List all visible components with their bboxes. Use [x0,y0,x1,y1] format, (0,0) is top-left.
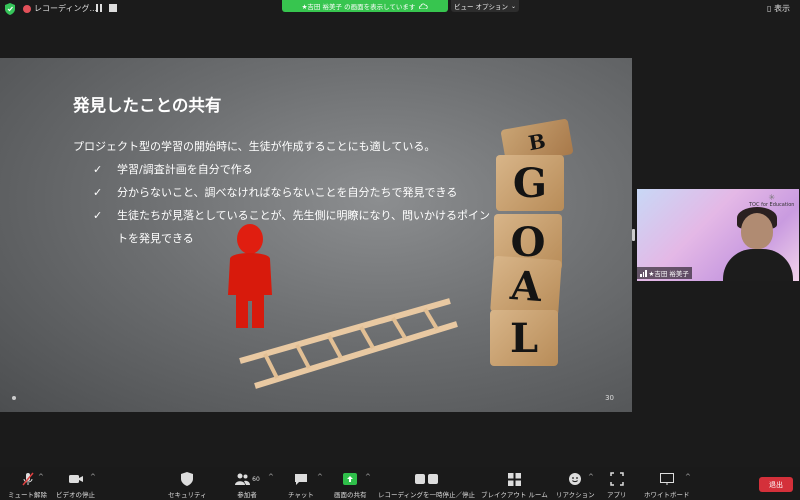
video-camera-icon [68,472,84,486]
video-options-chevron-icon[interactable]: ^ [90,473,96,481]
recording-indicator[interactable]: レコーディング... [23,3,97,14]
participant-name-tag: ★吉田 裕美子 [637,267,692,279]
participants-button[interactable]: 60 参加者 [232,472,262,499]
apps-icon [609,472,625,486]
cloud-icon [419,3,428,9]
slide-title: 発見したことの共有 [73,96,222,115]
participant-body [723,249,793,281]
view-options-label: ビュー オプション [453,3,509,11]
sharing-text: ★吉田 裕美子 の画面を表示しています [301,3,416,11]
bullet-item: ✓ 学習/調査計画を自分で作る [73,158,497,181]
shared-slide: B G O A L 発見したことの共有 プロジェクト型の学習の開始時に、生徒が作… [0,58,632,412]
unmute-label: ミュート解除 [8,491,47,499]
bullet-item: ✓ 分からないこと、調べなければならないことを自分たちで発見できる [73,181,497,204]
share-screen-label: 画面の共有 [334,491,367,499]
display-button[interactable]: ▯ 表示 [767,3,790,14]
shield-icon [179,472,195,486]
whiteboard-button[interactable]: ホワイトボード [644,472,690,499]
record-control-button[interactable]: レコーディングを一時停止／停止 [378,472,475,499]
recording-label: レコーディング... [34,4,98,13]
meeting-toolbar: ミュート解除 ^ ビデオの停止 ^ セキュリティ 60 参加者 ^ チャット ^… [0,467,800,500]
check-icon: ✓ [93,186,103,199]
bullet-text: 学習/調査計画を自分で作る [117,163,253,176]
pause-icon [96,4,104,12]
top-bar: レコーディング... ★吉田 裕美子 の画面を表示しています ビュー オプション… [0,0,800,18]
goal-block-g: G [496,155,564,211]
share-screen-icon [342,472,358,486]
chat-icon [293,472,309,486]
reactions-options-chevron-icon[interactable]: ^ [588,473,594,481]
chat-options-chevron-icon[interactable]: ^ [317,473,323,481]
mic-muted-icon [20,472,36,486]
share-screen-button[interactable]: 画面の共有 [334,472,367,499]
whiteboard-options-chevron-icon[interactable]: ^ [685,473,691,481]
goal-block-a: A [490,255,562,317]
reactions-label: リアクション [556,491,595,499]
bullet-item: ✓ 生徒たちが見落としていることが、先生側に明瞭になり、問いかけるポイントを発見… [73,204,497,250]
breakout-rooms-label: ブレイクアウト ルーム [481,491,548,499]
smiley-icon [567,472,583,486]
signal-icon [640,269,647,277]
whiteboard-label: ホワイトボード [644,491,690,499]
slide-intro: プロジェクト型の学習の開始時に、生徒が作成することにも適している。 [73,140,436,153]
share-options-chevron-icon[interactable]: ^ [365,473,371,481]
video-logo: ✳ TOC for Education [749,193,794,208]
view-options-button[interactable]: ビュー オプション ⌄ [451,0,519,12]
slide-page-number: 30 [605,394,614,402]
sparkle-icon: ✳ [768,193,776,202]
chevron-down-icon: ⌄ [511,2,517,10]
pause-recording-button[interactable] [96,4,104,12]
bullet-text: 分からないこと、調べなければならないことを自分たちで発見できる [117,186,458,199]
participants-label: 参加者 [237,491,257,499]
breakout-rooms-icon [506,472,522,486]
apps-button[interactable]: アプリ [607,472,627,499]
audio-options-chevron-icon[interactable]: ^ [38,473,44,481]
whiteboard-icon [659,472,675,486]
security-label: セキュリティ [168,491,207,499]
record-control-label: レコーディングを一時停止／停止 [378,491,476,499]
stop-recording-button[interactable] [109,4,117,12]
apps-label: アプリ [607,491,627,499]
slide-marker-icon [12,396,16,400]
pause-stop-recording-icon [413,472,441,486]
chat-label: チャット [288,491,314,499]
display-label: 表示 [773,4,790,13]
check-icon: ✓ [93,163,103,176]
participants-icon: 60 [232,472,262,486]
slide-body: プロジェクト型の学習の開始時に、生徒が作成することにも適している。 ✓ 学習/調… [73,135,497,250]
participants-options-chevron-icon[interactable]: ^ [268,473,274,481]
leave-meeting-button[interactable]: 退出 [759,477,793,492]
check-icon: ✓ [93,209,103,222]
display-icon: ▯ [767,4,772,13]
recording-icon [23,4,31,13]
security-button[interactable]: セキュリティ [168,472,207,499]
stop-video-label: ビデオの停止 [56,491,95,499]
participant-name: ★吉田 裕美子 [648,270,689,278]
chat-button[interactable]: チャット [288,472,314,499]
participant-face [741,213,773,249]
panel-resize-handle[interactable] [632,229,635,241]
breakout-rooms-button[interactable]: ブレイクアウト ルーム [481,472,548,499]
sharing-banner: ★吉田 裕美子 の画面を表示しています [282,0,448,12]
goal-block-l: L [490,310,558,366]
bullet-text: 生徒たちが見落としていることが、先生側に明瞭になり、問いかけるポイントを発見でき… [117,209,491,245]
participants-count: 60 [252,475,260,483]
self-view-video[interactable]: ✳ TOC for Education ★吉田 裕美子 [637,189,799,281]
shield-icon[interactable] [5,3,15,15]
